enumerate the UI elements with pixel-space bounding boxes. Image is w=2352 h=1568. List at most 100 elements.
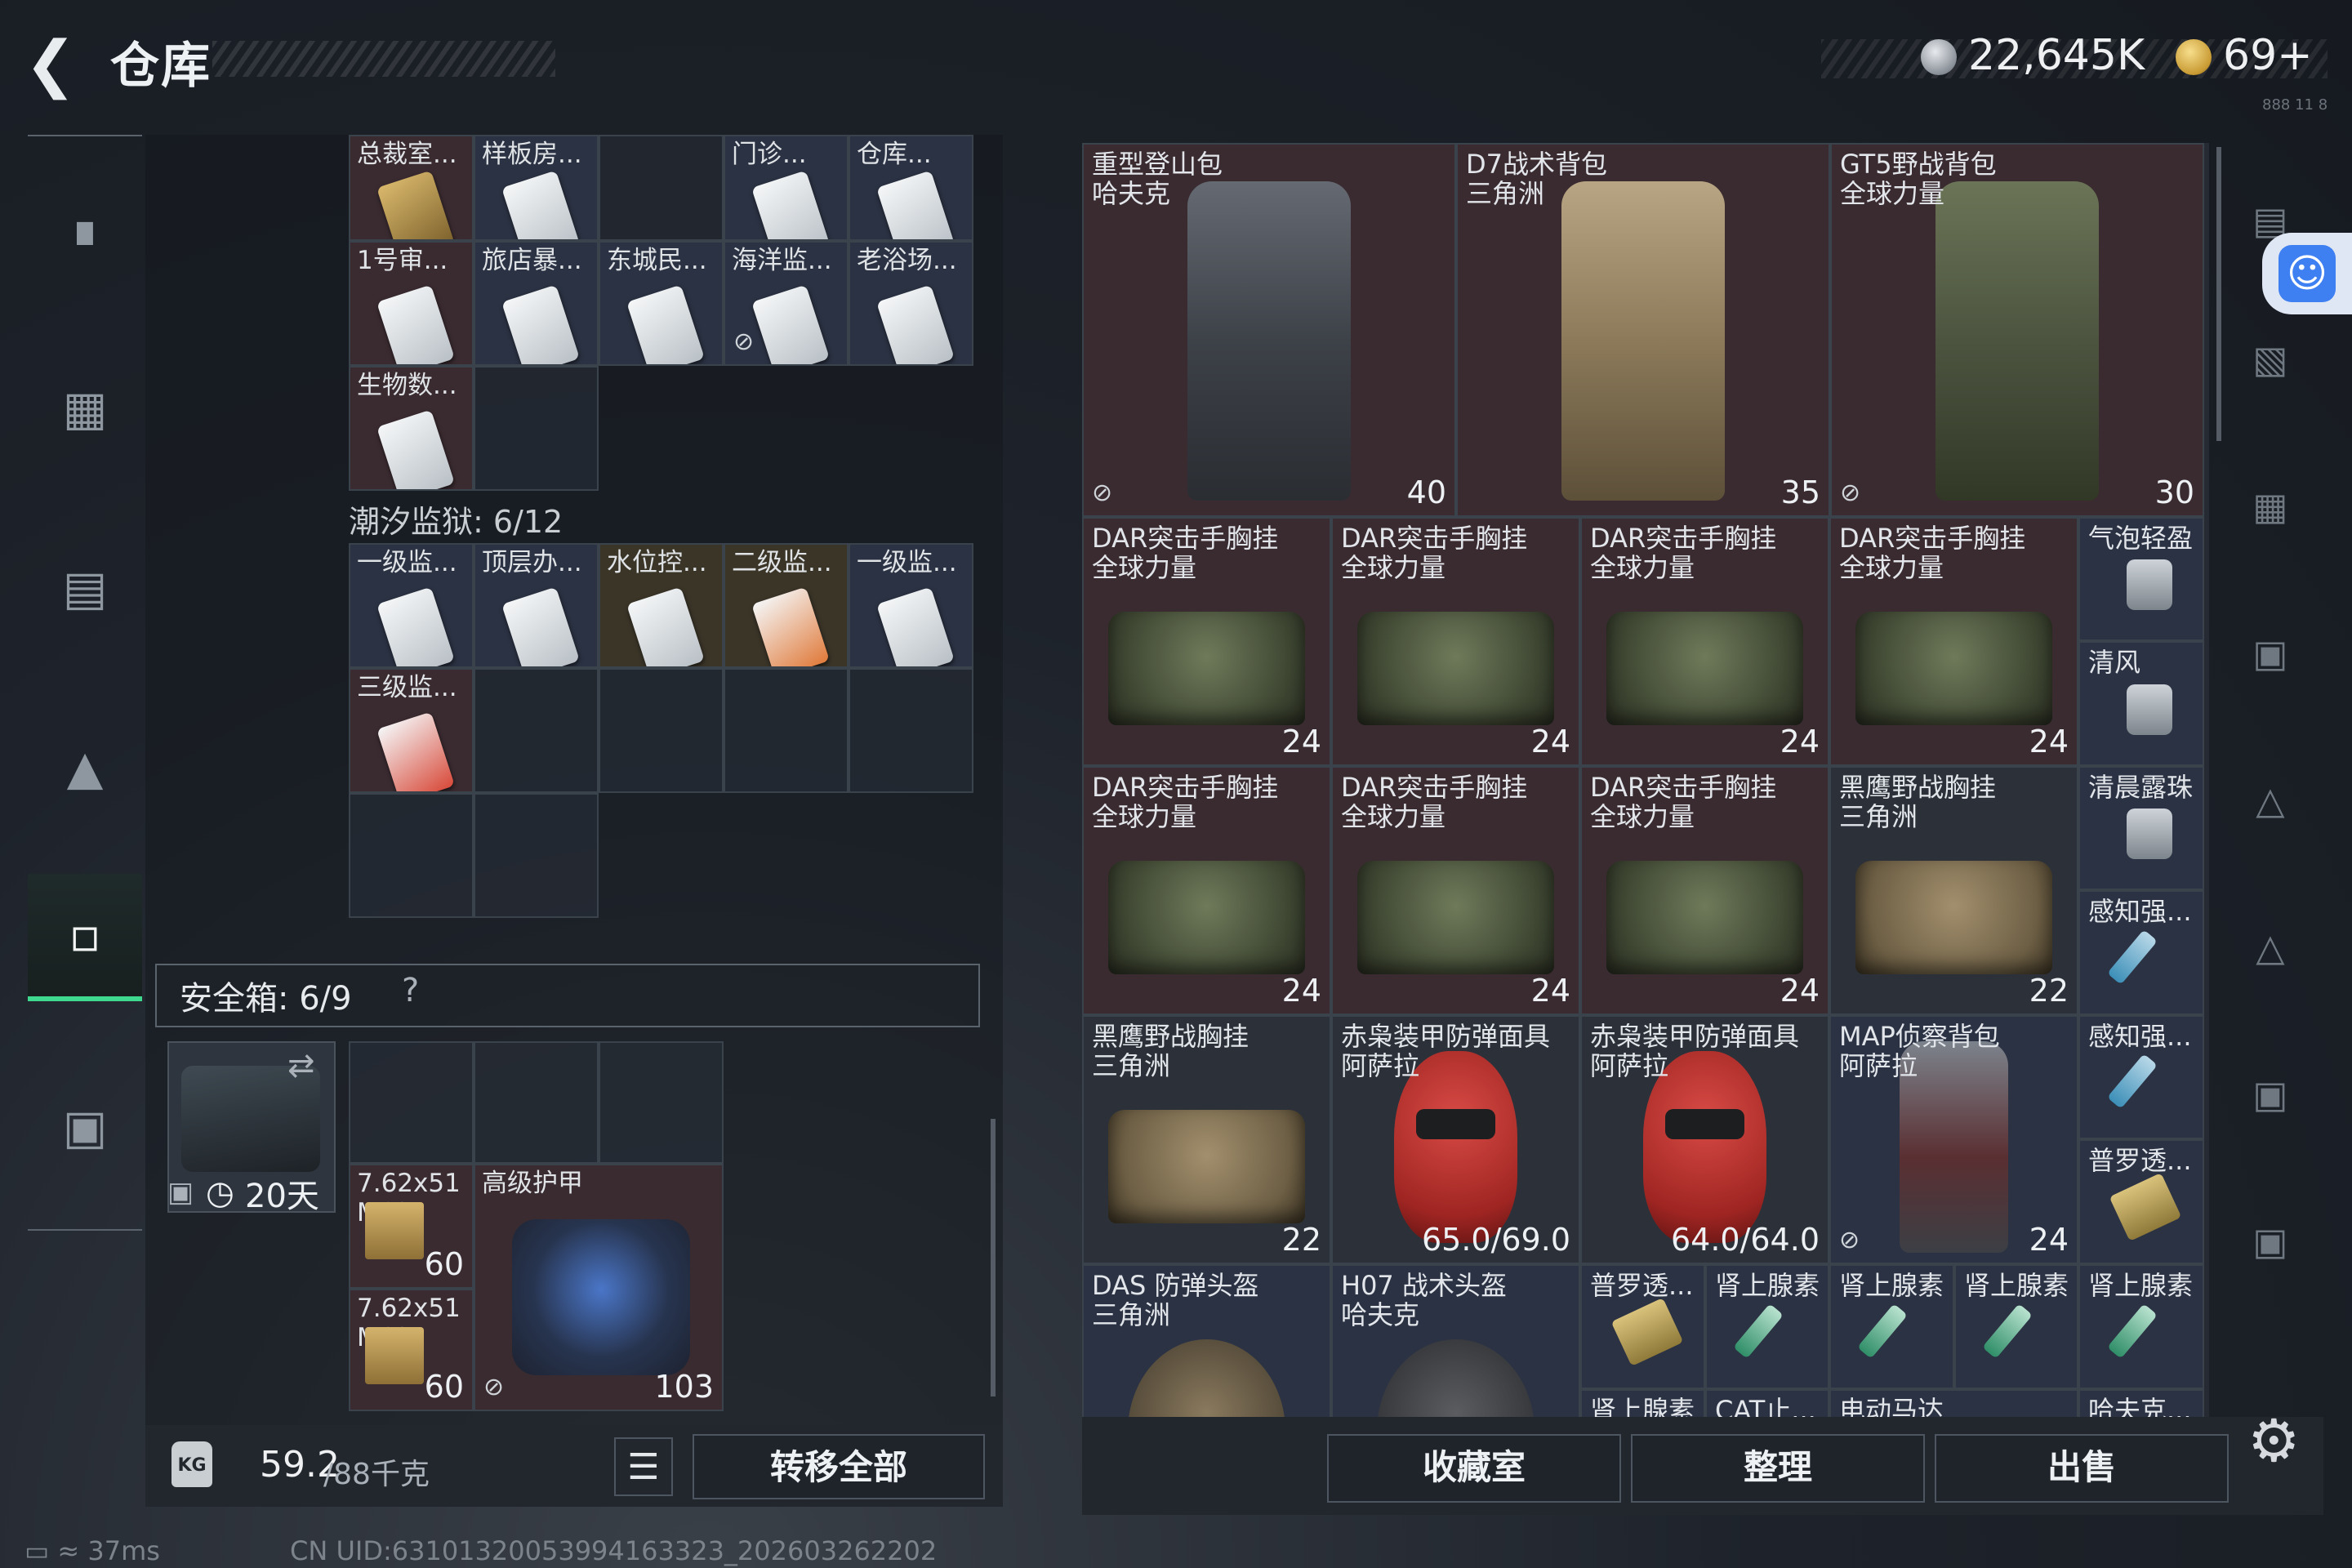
item-injector[interactable]: 肾上腺素 [1580,1389,1705,1417]
item-vest[interactable]: DAR突击手胸挂 全球力量 24 [1082,517,1331,766]
version-label: 888 11 8 [2262,96,2328,114]
keycard-slot[interactable]: 生物数... [349,366,474,491]
item-injector[interactable]: 感知强... [2078,890,2204,1015]
keycard-label: 老浴场... [857,246,957,275]
accessibility-icon[interactable]: ☺ [2278,245,2336,302]
item-backpack[interactable]: GT5野战背包 全球力量 ⊘ 30 [1830,143,2204,517]
premium-currency[interactable]: 69+ [2223,31,2313,80]
item-helmet[interactable]: DAS 防弹头盔 三角洲 [1082,1264,1331,1417]
empty-slot [474,793,599,918]
item-consumable[interactable]: 清晨露珠 [2078,766,2204,890]
item-plate[interactable]: 普罗透... [1580,1264,1705,1389]
item-injector[interactable]: 肾上腺素 [1829,1264,1954,1389]
backpack-icon[interactable]: ▤ [28,539,142,637]
back-arrow-icon[interactable]: ❮ [24,31,90,96]
swap-icon[interactable]: ⇄ [287,1047,315,1085]
item-injector[interactable]: 感知强... [2078,1015,2204,1139]
help-icon[interactable]: ? [402,972,419,1009]
item-backpack[interactable]: 重型登山包 哈夫克 ⊘ 40 [1082,143,1456,517]
item-consumable[interactable]: 气泡轻盈 [2078,517,2204,641]
item-vest[interactable]: DAR突击手胸挂 全球力量 24 [1082,766,1331,1015]
keycard-slot[interactable]: 样板房... [474,135,599,241]
item-vest[interactable]: DAR突击手胸挂 全球力量 24 [1580,766,1829,1015]
keycard-label: 东城民... [607,246,707,275]
scrollbar[interactable] [2216,147,2221,441]
item-backpack[interactable]: MAP侦察背包 阿萨拉 ⊘ 24 [1829,1015,2078,1264]
plate-image [2109,1172,2182,1241]
item-mask[interactable]: 赤枭装甲防弹面具 阿萨拉 64.0/64.0 [1580,1015,1829,1264]
item-faction: 三角洲 [1466,178,1545,209]
item-injector[interactable]: 肾上腺素 [1705,1264,1829,1389]
sell-button[interactable]: 出售 [1935,1434,2229,1503]
transfer-all-button[interactable]: 转移全部 [693,1434,985,1499]
ammo-slot[interactable]: 7.62x51M6260 [349,1289,474,1411]
keycard-slot[interactable]: 东城民... [599,241,724,366]
item-vest[interactable]: 黑鹰野战胸挂 三角洲 22 [1829,766,2078,1015]
jar-image [2127,684,2172,735]
filter-tier3-armor-icon[interactable]: △ [2238,915,2303,980]
item-vest[interactable]: DAR突击手胸挂 全球力量 24 [1331,517,1580,766]
item-mask[interactable]: 赤枭装甲防弹面具 阿萨拉 65.0/69.0 [1331,1015,1580,1264]
keycard-slot[interactable]: 旅店暴... [474,241,599,366]
list-icon[interactable]: ☰ [614,1437,673,1496]
page-title: 仓库 [110,38,212,95]
vest-image [1357,612,1554,725]
keycard-slot[interactable]: 一级监... [849,543,973,668]
scrollbar[interactable] [991,1119,996,1396]
keycard-slot[interactable]: 总裁室... [349,135,474,241]
empty-slot [474,668,599,793]
case-icon[interactable]: ▫ [28,874,142,1001]
vest-image [1606,861,1803,974]
item-injector[interactable]: 肾上腺素 [1954,1264,2078,1389]
filter-medkit-icon[interactable]: ▣ [2238,621,2303,686]
keycard-slot[interactable]: 水位控... [599,543,724,668]
helmet-icon[interactable]: ▲ [28,719,142,817]
item-motor[interactable]: 电动马达 [1829,1389,2078,1417]
ammo-slot[interactable]: 7.62x51M6260 [349,1164,474,1289]
collection-button[interactable]: 收藏室 [1327,1434,1621,1503]
item-title: 肾上腺素 [2088,1270,2194,1301]
keycard-slot[interactable]: 门诊... [724,135,849,241]
item-misc[interactable]: 哈夫克... [2078,1389,2204,1417]
item-vest[interactable]: DAR突击手胸挂 全球力量 24 [1580,517,1829,766]
item-title: 赤枭装甲防弹面具 [1341,1021,1551,1052]
pistol-icon[interactable]: ∎ [28,180,142,278]
item-plate[interactable]: 普罗透... [2078,1139,2204,1264]
armor-slot[interactable]: 高级护甲 ⊘ 103 [474,1164,724,1411]
keycard-slot[interactable]: 二级监... [724,543,849,668]
keycard-label: 一级监... [857,548,957,577]
keycard-slot[interactable]: 三级监... [349,668,474,793]
keycard-icon [875,170,955,239]
item-backpack[interactable]: D7战术背包 三角洲 35 [1456,143,1830,517]
keycard-slot[interactable]: 顶层办... [474,543,599,668]
item-vest[interactable]: DAR突击手胸挂 全球力量 24 [1331,766,1580,1015]
item-faction: 三角洲 [1092,1299,1171,1330]
sort-button[interactable]: 整理 [1631,1434,1925,1503]
keycard-slot[interactable]: 一级监... [349,543,474,668]
briefcase-icon[interactable]: ▣ [28,1078,142,1176]
item-helmet[interactable]: H07 战术头盔 哈夫克 [1331,1264,1580,1417]
item-vest[interactable]: 黑鹰野战胸挂 三角洲 22 [1082,1015,1331,1264]
filter-folder-icon[interactable]: ▦ [2238,474,2303,539]
keycard-slot[interactable]: 老浴场... [849,241,973,366]
vest-icon[interactable]: ▦ [28,359,142,457]
keycard-slot[interactable]: 海洋监... ⊘ [724,241,849,366]
filter-tier5-icon[interactable]: ▣ [2238,1062,2303,1127]
item-title: 黑鹰野战胸挂 [1839,772,1997,803]
filter-tier4-icon[interactable]: ▧ [2238,327,2303,392]
keycard-slot[interactable]: 仓库... [849,135,973,241]
filter-tier5-helmet-icon[interactable]: ▣ [2238,1209,2303,1274]
item-injector[interactable]: 肾上腺素 [2078,1264,2204,1389]
item-medkit[interactable]: CAT止... [1705,1389,1829,1417]
item-consumable[interactable]: 清风 [2078,641,2204,766]
keycard-label: 海洋监... [732,246,832,275]
weight-max: /88千克 [323,1458,430,1491]
item-capacity: 24 [1780,724,1820,760]
item-vest[interactable]: DAR突击手胸挂 全球力量 24 [1829,517,2078,766]
filter-tier4-armor-icon[interactable]: △ [2238,768,2303,833]
keycard-icon [626,284,705,364]
armor-durability: 103 [654,1369,714,1405]
gear-icon[interactable]: ⚙ [2247,1406,2301,1475]
keycard-slot[interactable]: 1号审... [349,241,474,366]
empty-slot [599,1041,724,1164]
